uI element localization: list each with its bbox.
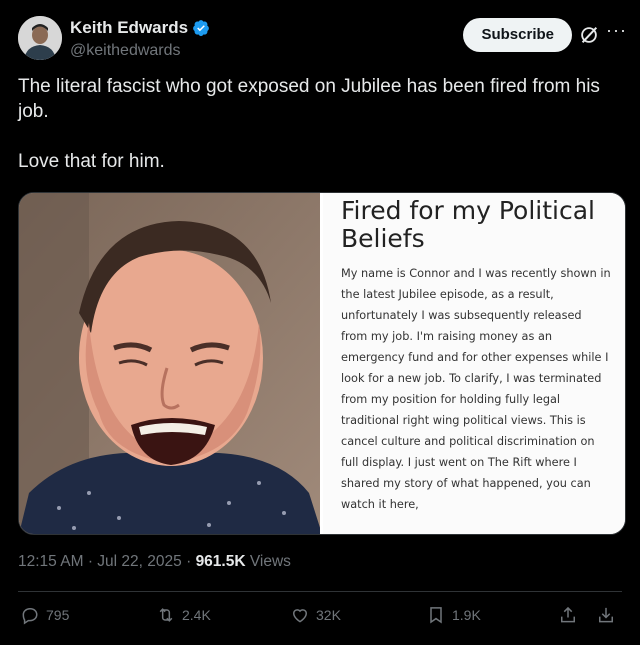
reply-icon	[22, 608, 38, 625]
tweet-header: Keith Edwards @keithedwards Subscribe ··…	[18, 16, 628, 64]
views-count: 961.5K	[195, 553, 246, 570]
meta-separator-2: ·	[186, 553, 192, 570]
tweet-media[interactable]: Fired for my Political Beliefs My name i…	[18, 192, 626, 535]
repost-count: 2.4K	[182, 607, 211, 623]
divider	[18, 591, 622, 592]
reply-button[interactable]: 795	[20, 605, 69, 625]
download-button[interactable]	[596, 605, 616, 625]
repost-icon	[159, 608, 173, 622]
fundraiser-title: Fired for my Political Beliefs	[341, 196, 595, 253]
grok-icon[interactable]	[578, 24, 600, 46]
download-icon	[599, 607, 613, 623]
more-options-icon[interactable]: ···	[606, 21, 626, 41]
share-button[interactable]	[558, 605, 578, 625]
tweet-time[interactable]: 12:15 AM	[18, 553, 84, 570]
meta-separator-1: ·	[87, 553, 93, 570]
bookmark-icon	[430, 607, 442, 624]
fundraiser-body: My name is Connor and I was recently sho…	[341, 267, 611, 511]
verified-badge-icon	[193, 20, 209, 37]
display-name-row[interactable]: Keith Edwards	[70, 18, 210, 38]
subscribe-button[interactable]: Subscribe	[463, 18, 572, 52]
views-label: Views	[249, 553, 291, 570]
like-button[interactable]: 32K	[290, 605, 341, 625]
tweet-date[interactable]: Jul 22, 2025	[97, 553, 181, 570]
tweet-text: The literal fascist who got exposed on J…	[18, 74, 618, 174]
like-count: 32K	[316, 607, 341, 623]
tweet-meta: 12:15 AM · Jul 22, 2025 · 961.5K Views	[18, 553, 291, 571]
tweet-line-1: The literal fascist who got exposed on J…	[18, 76, 600, 122]
fundraiser-screenshot[interactable]: Fired for my Political Beliefs My name i…	[323, 193, 625, 534]
media-photo[interactable]	[19, 193, 322, 534]
bookmark-button[interactable]: 1.9K	[426, 605, 481, 625]
share-icon	[561, 606, 575, 623]
display-name[interactable]: Keith Edwards	[70, 18, 188, 38]
repost-button[interactable]: 2.4K	[156, 605, 211, 625]
author-info: Keith Edwards @keithedwards	[70, 18, 210, 60]
avatar[interactable]	[18, 16, 62, 60]
handle[interactable]: @keithedwards	[70, 42, 210, 60]
reply-count: 795	[46, 607, 70, 623]
heart-icon	[292, 609, 308, 623]
action-bar: 795 2.4K 32K 1.9K	[18, 605, 628, 633]
tweet-line-2: Love that for him.	[18, 151, 165, 172]
bookmark-count: 1.9K	[452, 607, 481, 623]
